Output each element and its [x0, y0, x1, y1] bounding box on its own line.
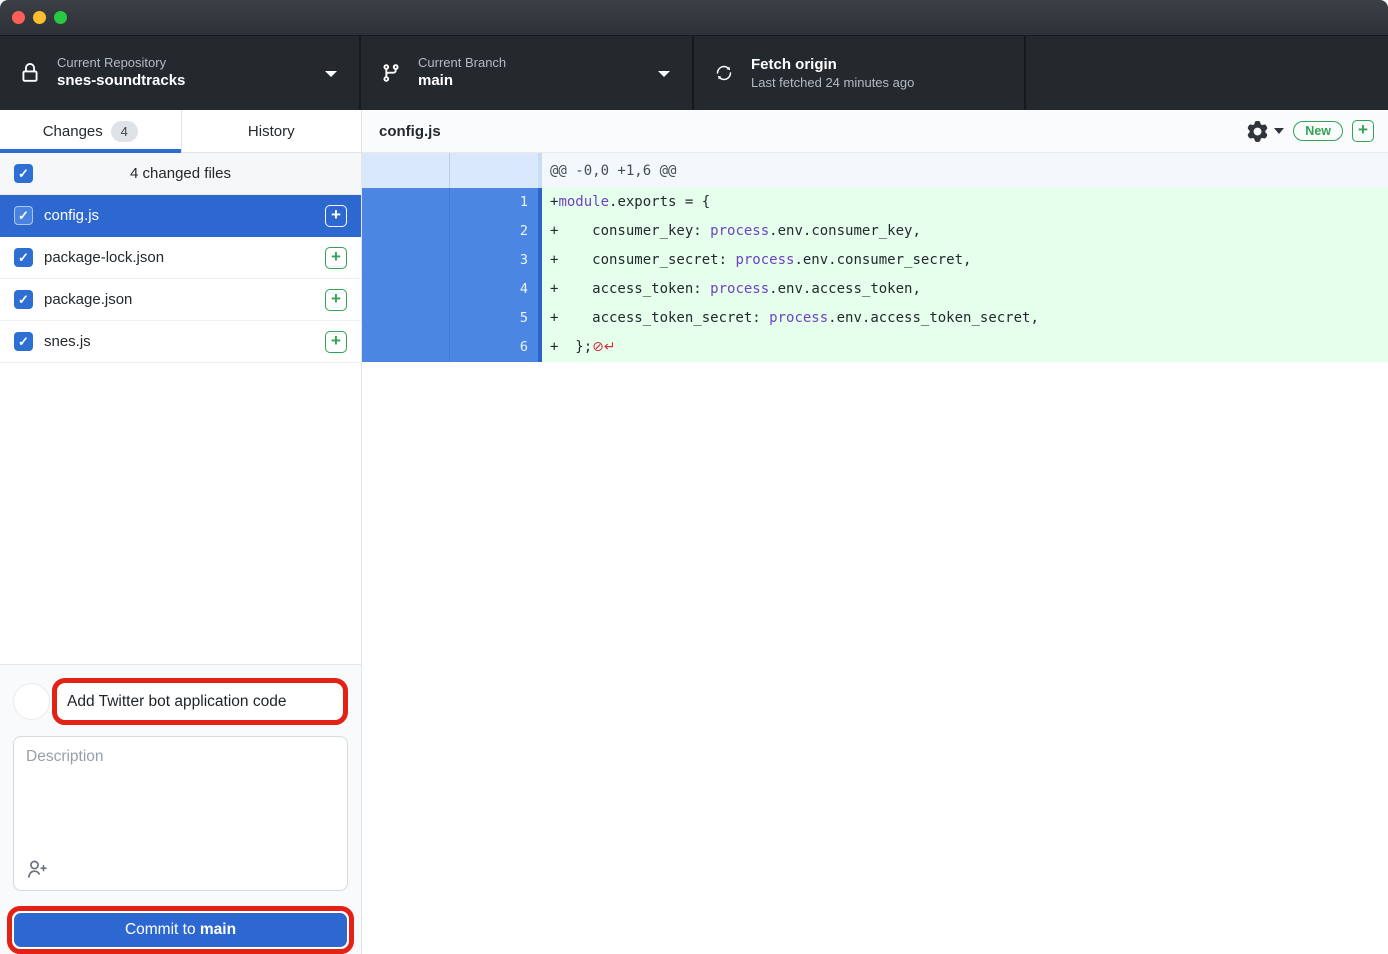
file-name: package-lock.json — [44, 249, 314, 266]
tab-changes-label: Changes — [43, 123, 103, 140]
avatar — [13, 683, 50, 720]
select-all-checkbox[interactable]: ✓ — [14, 164, 33, 183]
tab-history-label: History — [248, 123, 295, 140]
line-number: 1 — [450, 188, 538, 217]
line-number: 4 — [450, 275, 538, 304]
annotation-summary-highlight: Add Twitter bot application code — [52, 678, 348, 725]
sidebar-tabs: Changes 4 History — [0, 110, 361, 153]
diff-body: @@ -0,0 +1,6 @@ 1+module.exports = {2+ c… — [362, 153, 1388, 554]
file-row[interactable]: ✓ snes.js + — [0, 321, 361, 363]
diff-line[interactable]: 4+ access_token: process.env.access_toke… — [362, 275, 1388, 304]
sync-icon — [712, 61, 736, 85]
diff-lines: 1+module.exports = {2+ consumer_key: pro… — [362, 188, 1388, 362]
chevron-down-icon — [1274, 128, 1284, 134]
file-plus-icon[interactable]: + — [325, 331, 347, 353]
gear-icon — [1247, 121, 1268, 142]
chevron-down-icon — [658, 71, 670, 77]
changes-sidebar: Changes 4 History ✓ 4 changed files ✓ con… — [0, 110, 362, 954]
add-coauthor-icon[interactable] — [25, 857, 49, 881]
commit-area: Add Twitter bot application code Descrip… — [0, 664, 361, 954]
file-checkbox[interactable]: ✓ — [14, 332, 33, 351]
hunk-header-text: @@ -0,0 +1,6 @@ — [542, 153, 1388, 188]
git-branch-icon — [379, 61, 403, 85]
chevron-down-icon — [325, 71, 337, 77]
toolbar: Current Repository snes-soundtracks Curr… — [0, 36, 1388, 110]
titlebar — [0, 0, 1388, 36]
description-placeholder: Description — [26, 748, 104, 765]
commit-summary-input[interactable]: Add Twitter bot application code — [57, 693, 343, 711]
commit-description-input[interactable]: Description — [13, 736, 348, 891]
tab-history[interactable]: History — [181, 110, 362, 152]
changes-count-badge: 4 — [111, 121, 138, 142]
diff-line[interactable]: 5+ access_token_secret: process.env.acce… — [362, 304, 1388, 333]
file-plus-icon[interactable]: + — [325, 205, 347, 227]
file-plus-icon[interactable]: + — [325, 247, 347, 269]
file-name: package.json — [44, 291, 314, 308]
diff-empty-space — [362, 554, 1388, 954]
diff-line[interactable]: 3+ consumer_secret: process.env.consumer… — [362, 246, 1388, 275]
code-line: + access_token_secret: process.env.acces… — [542, 304, 1388, 333]
file-name: snes.js — [44, 333, 314, 350]
branch-picker[interactable]: Current Branch main — [361, 36, 694, 110]
commit-button[interactable]: Commit to main — [14, 913, 347, 947]
file-list-empty-space — [0, 363, 361, 664]
diff-line[interactable]: 2+ consumer_key: process.env.consumer_ke… — [362, 217, 1388, 246]
file-checkbox[interactable]: ✓ — [14, 248, 33, 267]
line-number: 3 — [450, 246, 538, 275]
diff-file-name: config.js — [379, 123, 1247, 140]
diff-options-button[interactable] — [1247, 121, 1284, 142]
file-plus-icon[interactable]: + — [325, 289, 347, 311]
traffic-light-minimize-button[interactable] — [33, 11, 46, 24]
fetch-origin-button[interactable]: Fetch origin Last fetched 24 minutes ago — [694, 36, 1026, 110]
file-checkbox[interactable]: ✓ — [14, 206, 33, 225]
github-desktop-window: Current Repository snes-soundtracks Curr… — [0, 0, 1388, 954]
hunk-header-row: @@ -0,0 +1,6 @@ — [362, 153, 1388, 188]
changed-files-label: 4 changed files — [0, 165, 361, 182]
file-name: config.js — [44, 207, 314, 224]
diff-line[interactable]: 6+ };⊘↵ — [362, 333, 1388, 362]
code-line: + access_token: process.env.access_token… — [542, 275, 1388, 304]
fetch-subtitle: Last fetched 24 minutes ago — [751, 75, 914, 91]
lock-icon — [18, 61, 42, 85]
traffic-light-maximize-button[interactable] — [54, 11, 67, 24]
line-number: 2 — [450, 217, 538, 246]
diff-pane: config.js New + @@ -0,0 +1,6 @@ 1+module… — [362, 110, 1388, 954]
select-all-row[interactable]: ✓ 4 changed files — [0, 153, 361, 195]
repository-label: Current Repository — [57, 55, 185, 71]
new-file-badge: New — [1293, 121, 1343, 141]
code-line: + consumer_secret: process.env.consumer_… — [542, 246, 1388, 275]
branch-name: main — [418, 72, 506, 91]
line-number: 5 — [450, 304, 538, 333]
file-row[interactable]: ✓ package-lock.json + — [0, 237, 361, 279]
annotation-commit-highlight: Commit to main — [7, 906, 354, 954]
fetch-title: Fetch origin — [751, 56, 914, 75]
repository-name: snes-soundtracks — [57, 72, 185, 91]
diff-line[interactable]: 1+module.exports = { — [362, 188, 1388, 217]
file-row[interactable]: ✓ config.js + — [0, 195, 361, 237]
repository-picker[interactable]: Current Repository snes-soundtracks — [0, 36, 361, 110]
traffic-light-close-button[interactable] — [12, 11, 25, 24]
code-line: + };⊘↵ — [542, 333, 1388, 362]
file-checkbox[interactable]: ✓ — [14, 290, 33, 309]
branch-label: Current Branch — [418, 55, 506, 71]
code-line: +module.exports = { — [542, 188, 1388, 217]
diff-header: config.js New + — [362, 110, 1388, 153]
line-number: 6 — [450, 333, 538, 362]
expand-diff-icon[interactable]: + — [1352, 120, 1374, 142]
tab-changes[interactable]: Changes 4 — [0, 110, 181, 152]
code-line: + consumer_key: process.env.consumer_key… — [542, 217, 1388, 246]
file-row[interactable]: ✓ package.json + — [0, 279, 361, 321]
changed-file-list: ✓ config.js + ✓ package-lock.json + ✓ package.j… — [0, 195, 361, 363]
